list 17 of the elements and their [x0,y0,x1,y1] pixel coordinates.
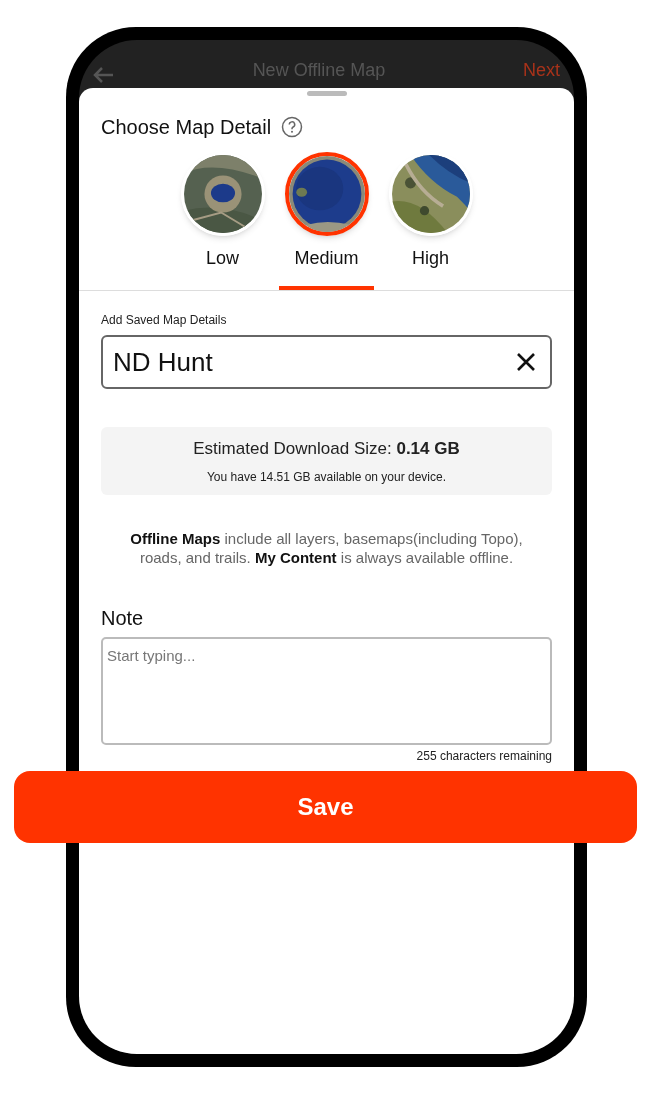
next-link[interactable]: Next [523,57,560,84]
info-text: Offline Maps include all layers, basemaps(including Topo), roads, and trails. My Content is always available offline. [129,529,524,567]
download-size-text: Estimated Download Size: 0.14 GB [193,438,460,461]
detail-label: Low [206,247,239,270]
detail-label: High [412,247,449,270]
help-icon[interactable] [281,116,304,138]
detail-label: Medium [294,247,359,270]
field-label: Add Saved Map Details [101,312,228,329]
available-space-text: You have 14.51 GB available on your device. [206,468,447,486]
drag-handle[interactable] [306,91,347,96]
map-name-field[interactable]: ND Hunt [101,335,552,389]
character-counter: 255 characters remaining [416,748,552,765]
clear-icon[interactable] [516,352,536,372]
save-button[interactable]: Save [14,771,637,843]
note-field[interactable]: Start typing... [101,637,552,745]
note-label: Note [101,606,145,631]
section-title: Choose Map Detail [101,115,272,140]
